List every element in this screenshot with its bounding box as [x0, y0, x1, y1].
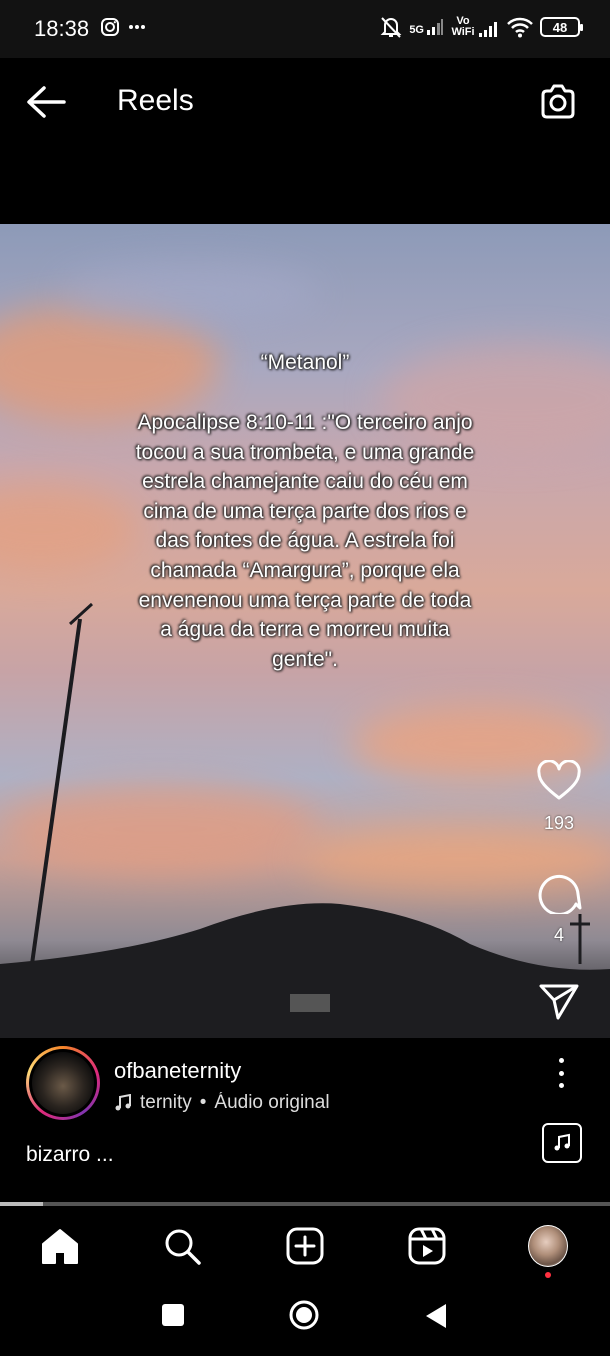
- system-nav: [0, 1286, 610, 1356]
- audio-separator: •: [199, 1092, 207, 1113]
- audio-thumbnail[interactable]: [542, 1123, 582, 1163]
- more-dots-icon: [129, 25, 145, 29]
- home-icon: [42, 1229, 78, 1264]
- status-time: 18:38: [34, 16, 90, 41]
- comment-count: 4: [553, 925, 564, 945]
- author-username[interactable]: ofbaneternity: [114, 1058, 241, 1084]
- page-title: Reels: [117, 84, 194, 117]
- vowifi-label: Vo WiFi: [451, 15, 475, 38]
- share-action[interactable]: [534, 982, 584, 1027]
- author-avatar[interactable]: [26, 1046, 100, 1120]
- overlay-title: “Metanol”: [260, 351, 350, 374]
- search-icon: [165, 1229, 201, 1265]
- signal-icon-2: [479, 22, 497, 37]
- status-bar: 18:38 5G Vo WiFi 48: [0, 0, 610, 58]
- square-icon: [162, 1304, 184, 1326]
- signal-icon: [427, 19, 443, 35]
- like-action[interactable]: 193: [534, 759, 584, 834]
- avatar-image: [32, 1052, 94, 1114]
- nav-search[interactable]: [162, 1226, 202, 1266]
- reel-video[interactable]: “Metanol” Apocalipse 8:10-11 :"O terceir…: [0, 224, 610, 1038]
- like-count: 193: [543, 813, 575, 833]
- arrow-left-icon: [27, 86, 66, 118]
- reels-header: Reels: [0, 58, 610, 224]
- reel-caption[interactable]: bizarro ...: [26, 1143, 114, 1167]
- music-note-icon: [115, 1094, 131, 1111]
- back-button[interactable]: [24, 84, 68, 120]
- comment-action[interactable]: 4: [534, 870, 584, 946]
- create-icon: [286, 1227, 324, 1265]
- home-system-button[interactable]: [288, 1299, 320, 1336]
- battery-indicator: 48: [540, 17, 583, 37]
- status-right-icons: 5G Vo WiFi 48: [379, 14, 583, 40]
- audio-link[interactable]: ternity • Áudio original: [114, 1092, 344, 1114]
- audio-artist: ternity: [140, 1092, 192, 1113]
- reel-info: ofbaneternity ternity • Áudio original b…: [0, 1038, 610, 1174]
- notification-dot: [545, 1272, 551, 1278]
- network-5g: 5G: [409, 24, 424, 36]
- camera-icon: [541, 84, 575, 119]
- triangle-back-icon: [426, 1304, 446, 1328]
- nav-profile[interactable]: [528, 1225, 568, 1278]
- recent-apps-button[interactable]: [160, 1302, 186, 1333]
- instagram-icon: [101, 18, 119, 36]
- camera-button[interactable]: [538, 82, 578, 122]
- music-note-icon-2: [554, 1133, 570, 1151]
- nav-home[interactable]: [40, 1226, 80, 1266]
- more-options-button[interactable]: [552, 1058, 570, 1088]
- send-icon: [539, 984, 579, 1020]
- mute-bell-icon: [380, 17, 402, 38]
- nav-reels[interactable]: [407, 1226, 447, 1266]
- heart-icon: [537, 759, 581, 800]
- status-left-icons: [100, 17, 146, 37]
- circle-icon: [289, 1300, 319, 1330]
- wifi-icon: [507, 17, 533, 38]
- profile-avatar: [528, 1225, 568, 1267]
- reels-icon: [408, 1227, 446, 1265]
- comment-icon: [538, 874, 582, 916]
- bottom-nav: [0, 1206, 610, 1286]
- overlay-body: Apocalipse 8:10-11 :"O terceiro anjo toc…: [135, 411, 475, 671]
- nav-create[interactable]: [285, 1226, 325, 1266]
- back-system-button[interactable]: [424, 1302, 448, 1335]
- audio-label: Áudio original: [214, 1092, 330, 1113]
